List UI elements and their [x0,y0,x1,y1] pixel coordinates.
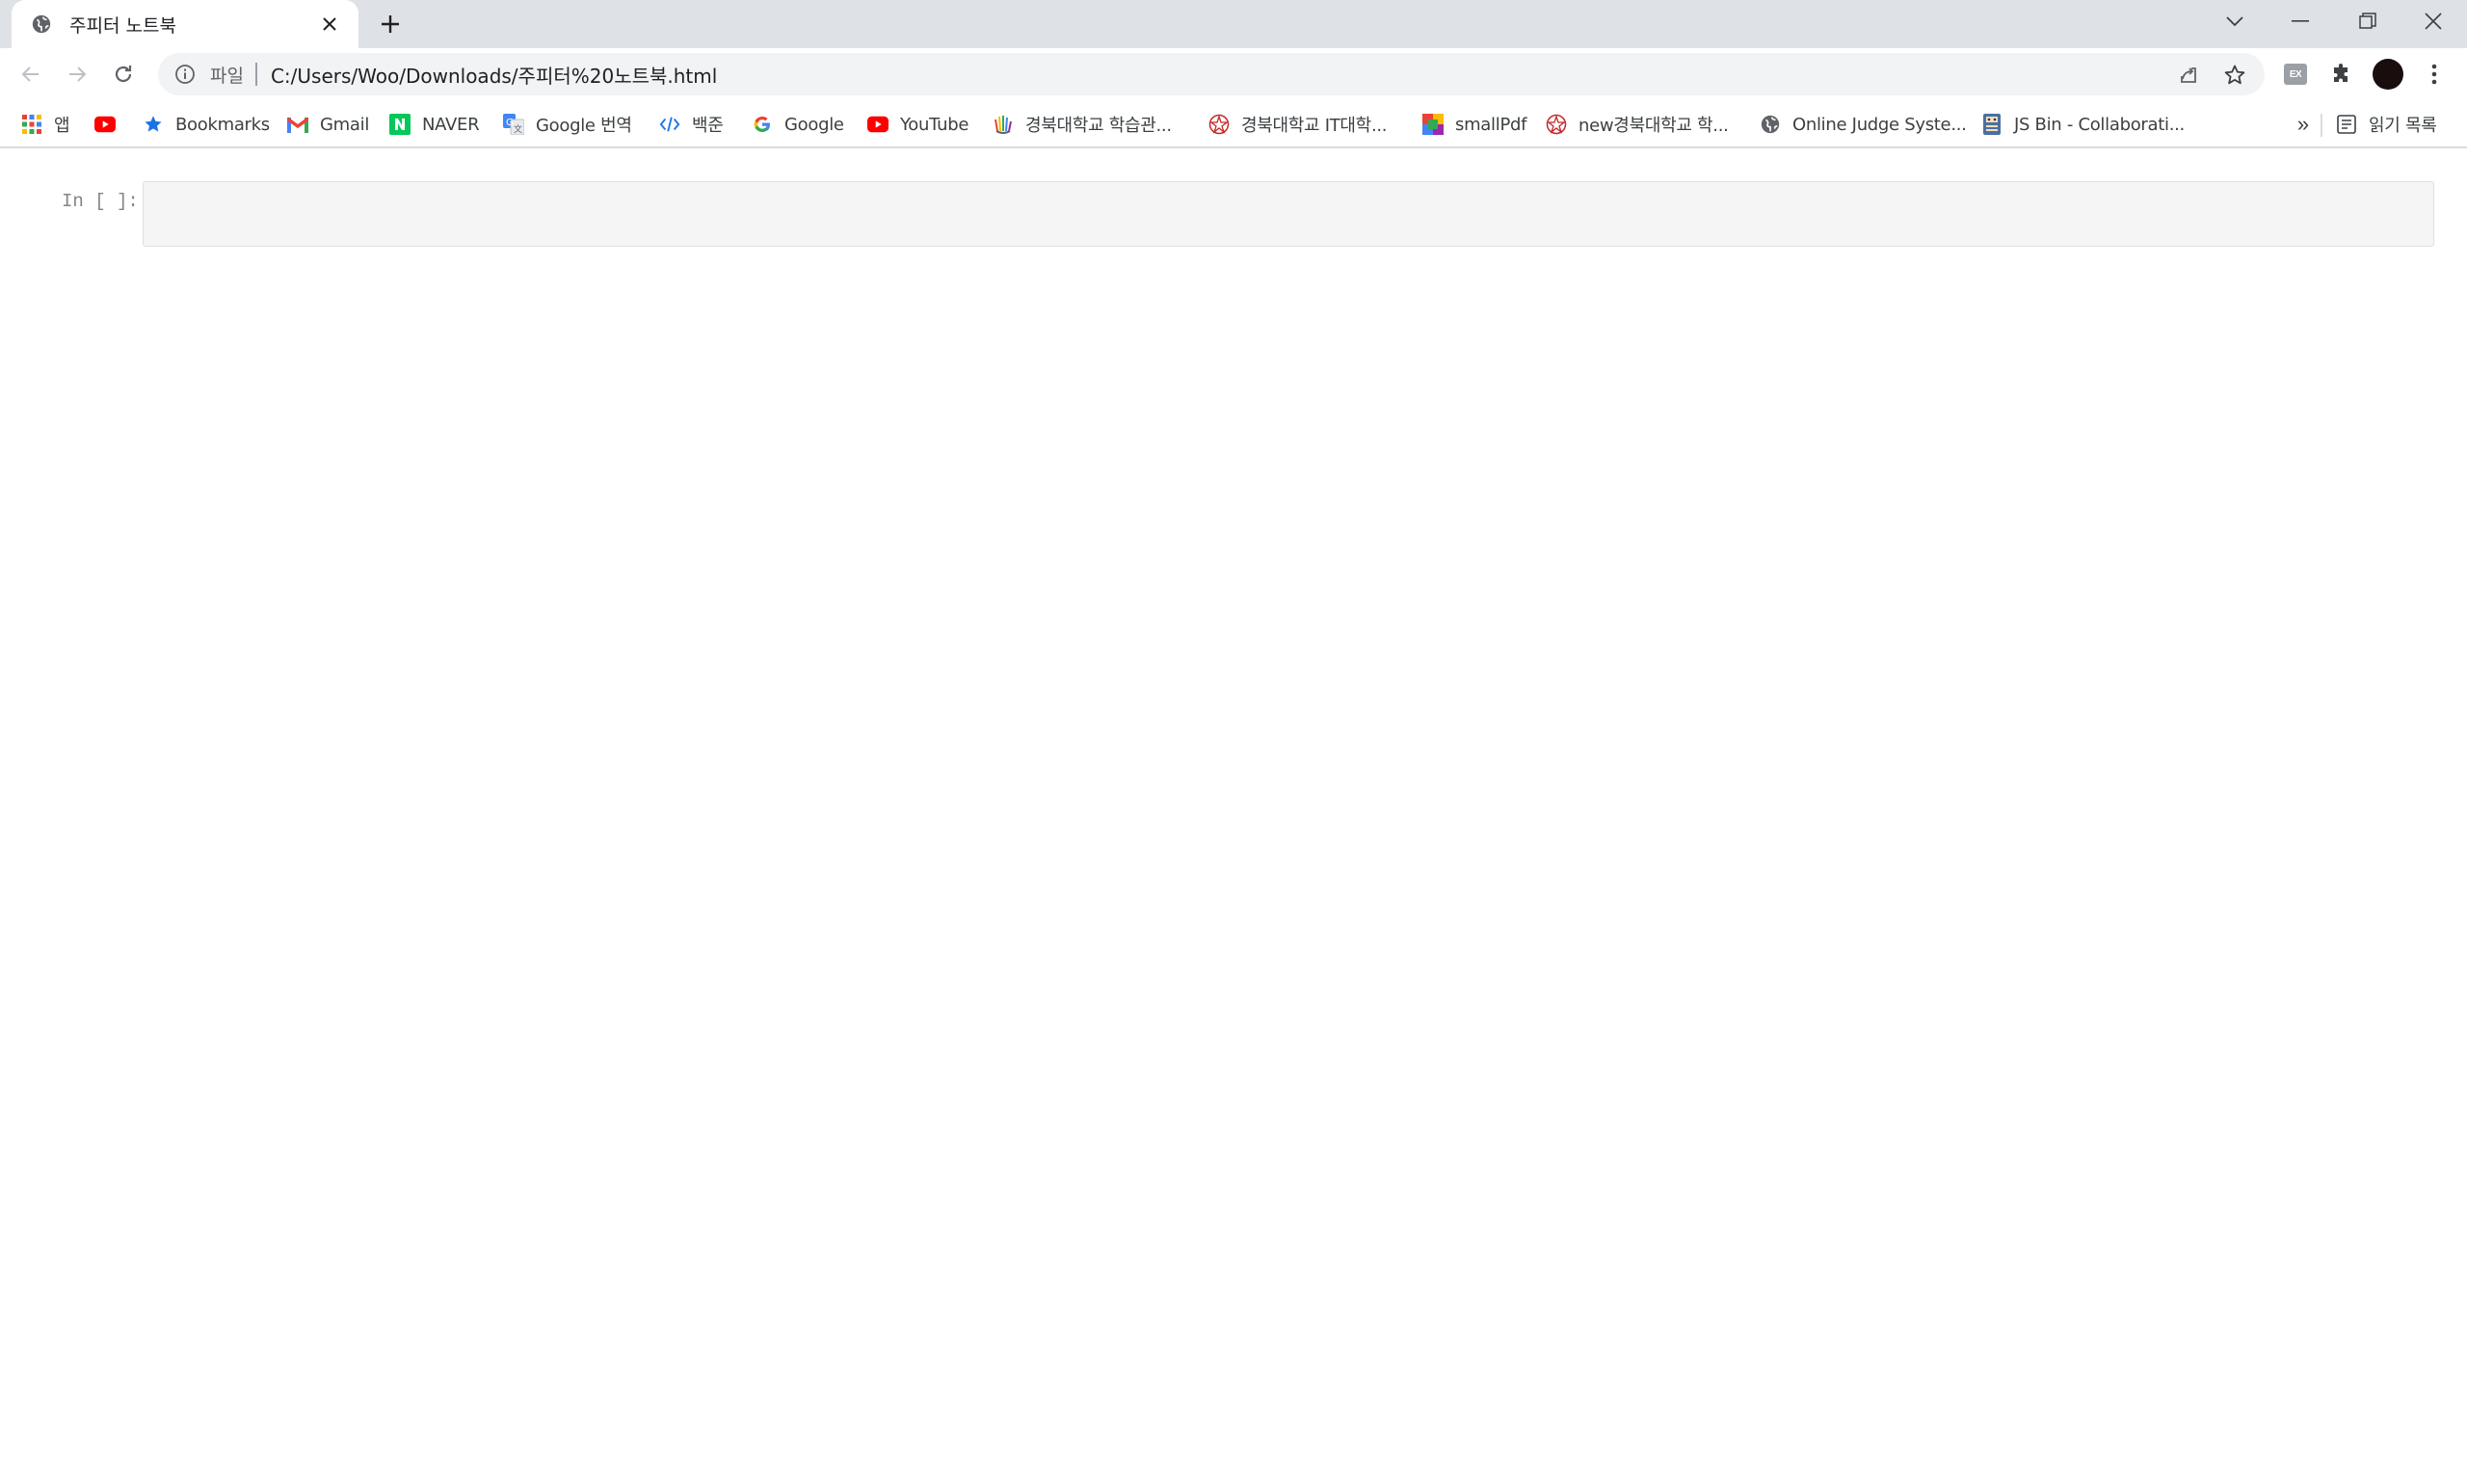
close-icon[interactable] [2400,0,2467,42]
reading-list-label: 읽기 목록 [2369,116,2437,136]
extension-icon[interactable]: EX [2280,59,2311,90]
bookmark-label: NAVER [422,114,480,135]
bookmark-youtube[interactable]: YouTube [867,110,968,139]
bookmark-label: JS Bin - Collaborati... [2014,114,2185,135]
youtube-icon [867,114,889,135]
bookmark-label: 경북대학교 IT대학... [1241,116,1388,136]
bookmark-online-judge[interactable]: Online Judge Syste... [1760,110,1967,139]
restore-icon[interactable] [2334,0,2401,42]
reload-icon[interactable] [106,57,141,92]
bookmark-google[interactable]: Google [752,110,844,139]
gmail-icon [287,114,308,135]
bookmark-label: Google [784,114,844,135]
cell-prompt: In [ ]: [62,191,139,212]
google-icon [752,114,773,135]
minimize-icon[interactable] [2267,0,2334,42]
naver-icon [389,114,411,135]
code-icon [659,114,680,135]
bookmark-jsbin[interactable]: JS Bin - Collaborati... [1981,110,2185,139]
bookmark-apps[interactable]: 앱 [21,110,70,139]
svg-text:文: 文 [514,123,522,135]
address-bar[interactable]: 파일 C:/Users/Woo/Downloads/주피터%20노트북.html [158,53,2265,95]
bookmark-youtube-icon-only[interactable] [94,110,116,139]
bookmark-smallpdf[interactable]: smallPdf [1422,110,1526,139]
bookmark-label: Google 번역 [536,116,632,136]
profile-avatar [2373,59,2403,90]
reading-list-button[interactable]: 읽기 목록 [2336,110,2437,139]
chevron-down-icon[interactable] [2201,0,2268,42]
translate-icon: G文 [503,114,524,135]
bookmark-label: 경북대학교 학습관... [1025,116,1172,136]
bookmark-label: YouTube [900,114,969,135]
back-arrow-icon[interactable] [13,57,48,92]
smallpdf-icon [1422,114,1444,135]
knu-emblem-icon [1208,114,1230,135]
star-icon [143,114,164,135]
knu-emblem-icon [1546,114,1567,135]
globe-icon [29,12,54,37]
url-scheme-label: 파일 [210,65,244,87]
jsbin-icon [1981,114,2003,135]
reading-list-icon [2336,114,2357,135]
bookmark-label: Bookmarks [175,114,270,135]
bookmark-bookmarks[interactable]: Bookmarks [143,110,270,139]
bookmark-label: new경북대학교 학... [1578,116,1729,136]
bookmarks-bar: 앱 Bookmarks Gmail NAVER G文 Google 번역 백준 … [0,100,2467,148]
plus-icon[interactable] [376,10,405,39]
tab-active[interactable]: 주피터 노트북 [12,0,358,48]
star-icon[interactable] [2220,61,2249,90]
info-icon[interactable] [173,63,197,86]
extension-badge: EX [2284,64,2307,85]
bookmark-baekjoon[interactable]: 백준 [659,110,724,139]
bookmark-label: 앱 [54,116,70,136]
url-text[interactable]: C:/Users/Woo/Downloads/주피터%20노트북.html [271,61,717,89]
forward-arrow-icon[interactable] [60,57,94,92]
hand-logo-icon [993,114,1014,135]
notebook-content: In [ ]: [0,148,2467,1484]
bookmark-knu-it[interactable]: 경북대학교 IT대학... [1208,110,1388,139]
tab-title: 주피터 노트북 [69,14,176,37]
puzzle-icon[interactable] [2326,59,2357,90]
close-tab-icon[interactable] [316,11,343,38]
bookmark-naver[interactable]: NAVER [389,110,480,139]
apps-grid-icon [21,114,42,135]
url-separator [254,63,257,86]
bookmark-gmail[interactable]: Gmail [287,110,369,139]
bookmark-knu-learning[interactable]: 경북대학교 학습관... [993,110,1172,139]
bookmark-google-translate[interactable]: G文 Google 번역 [503,110,632,139]
code-cell-input[interactable] [143,181,2434,247]
avatar[interactable] [2373,59,2403,90]
more-vert-icon[interactable] [2419,59,2450,90]
bookmark-label: smallPdf [1455,114,1527,135]
bookmark-label: Gmail [320,114,370,135]
share-icon[interactable] [2174,61,2203,90]
tab-strip: 주피터 노트북 [0,0,2467,48]
bookmarks-divider [2321,114,2322,137]
youtube-icon [94,114,116,135]
svg-text:G: G [506,118,514,128]
bookmarks-overflow-button[interactable]: » [2289,110,2318,139]
globe-icon [1760,114,1781,135]
bookmark-label: Online Judge Syste... [1792,114,1967,135]
bookmark-label: 백준 [692,116,724,136]
toolbar: 파일 C:/Users/Woo/Downloads/주피터%20노트북.html… [0,48,2467,100]
bookmark-new-knu[interactable]: new경북대학교 학... [1546,110,1729,139]
